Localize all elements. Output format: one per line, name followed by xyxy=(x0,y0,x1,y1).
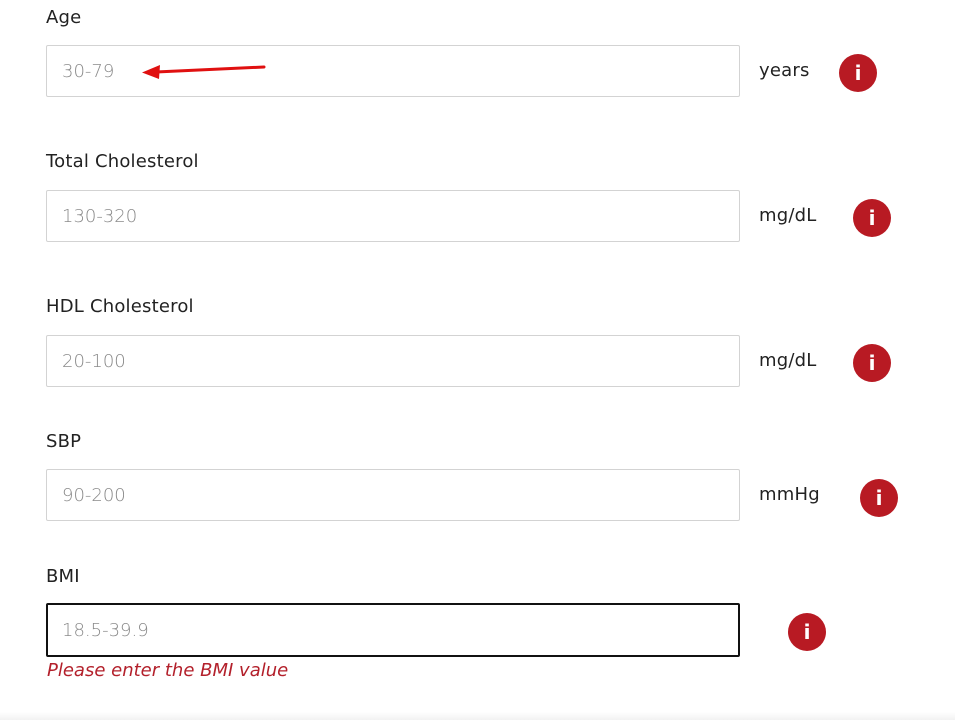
total-cholesterol-unit: mg/dL xyxy=(759,205,817,226)
total-cholesterol-label: Total Cholesterol xyxy=(46,151,199,172)
bmi-info-icon[interactable]: i xyxy=(788,613,826,651)
sbp-info-icon[interactable]: i xyxy=(860,479,898,517)
page-bottom-edge xyxy=(0,712,955,720)
age-label: Age xyxy=(46,7,82,28)
age-unit: years xyxy=(759,60,810,81)
annotation-arrow-icon xyxy=(142,65,266,79)
bmi-label: BMI xyxy=(46,566,80,587)
bmi-error-message: Please enter the BMI value xyxy=(47,660,289,681)
total-cholesterol-info-icon[interactable]: i xyxy=(853,199,891,237)
age-info-icon[interactable]: i xyxy=(839,54,877,92)
hdl-cholesterol-unit: mg/dL xyxy=(759,350,817,371)
sbp-unit: mmHg xyxy=(759,484,820,505)
hdl-cholesterol-label: HDL Cholesterol xyxy=(46,296,194,317)
total-cholesterol-input[interactable] xyxy=(46,190,740,242)
sbp-label: SBP xyxy=(46,431,82,452)
bmi-input[interactable] xyxy=(46,603,740,657)
hdl-cholesterol-info-icon[interactable]: i xyxy=(853,344,891,382)
hdl-cholesterol-input[interactable] xyxy=(46,335,740,387)
sbp-input[interactable] xyxy=(46,469,740,521)
